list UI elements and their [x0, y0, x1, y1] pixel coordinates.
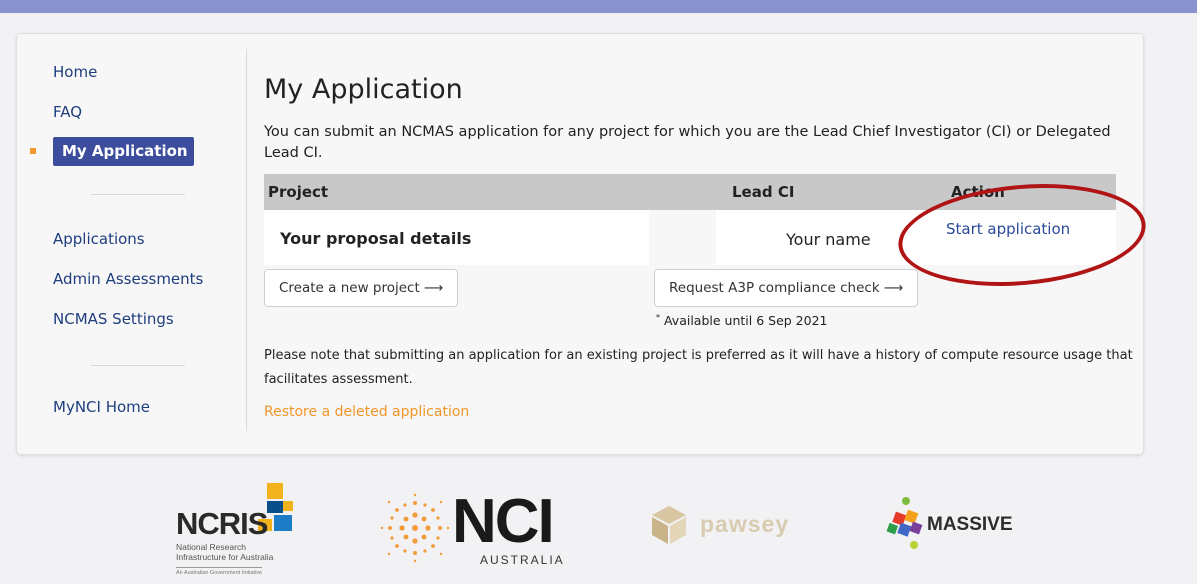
intro-text: You can submit an NCMAS application for … — [264, 124, 1111, 161]
nav-faq-link[interactable]: FAQ — [53, 103, 82, 121]
nav-mynci-home-link[interactable]: MyNCI Home — [53, 398, 150, 416]
create-project-button[interactable]: Create a new project ⟶ — [264, 269, 459, 307]
nav-home-link[interactable]: Home — [53, 63, 97, 81]
nci-wordmark: NCI — [452, 487, 555, 556]
pawsey-wordmark: pawsey — [700, 511, 790, 537]
nav-ncmas-settings-link[interactable]: NCMAS Settings — [53, 310, 174, 328]
project-name: Your proposal details — [280, 229, 472, 248]
pawsey-mark-icon — [652, 506, 686, 544]
pawsey-logo: pawsey — [650, 504, 830, 554]
column-project: Project — [268, 183, 329, 201]
footnote: * Available until 6 Sep 2021 — [656, 313, 827, 328]
footnote-mark: * — [656, 313, 660, 322]
nav-divider — [91, 194, 185, 195]
sidebar-divider — [246, 49, 247, 431]
ncris-logo: NCRIS National Research Infrastructure f… — [170, 480, 315, 580]
top-bar — [0, 0, 1197, 13]
column-lead-ci: Lead CI — [732, 183, 795, 201]
ncris-wordmark: NCRIS — [176, 506, 268, 541]
nav-admin-assessments-link[interactable]: Admin Assessments — [53, 270, 203, 288]
sidebar-nav: Home FAQ My Application Applications Adm… — [17, 34, 247, 454]
page-title: My Application — [264, 74, 463, 105]
ncris-tagline-3: An Australian Government Initiative — [176, 567, 262, 576]
nci-subtitle: AUSTRALIA — [480, 553, 565, 567]
note-text: Please note that submitting an applicati… — [264, 348, 1133, 387]
nci-logo: NCI AUSTRALIA — [380, 487, 570, 573]
footnote-text: Available until 6 Sep 2021 — [663, 313, 828, 329]
lead-ci-name: Your name — [786, 230, 871, 249]
massive-mark-icon — [886, 497, 923, 549]
nav-divider — [91, 365, 185, 366]
nav-applications-link[interactable]: Applications — [53, 230, 145, 248]
request-a3p-button[interactable]: Request A3P compliance check ⟶ — [654, 269, 919, 307]
ncris-tagline-2: Infrastructure for Australia — [176, 552, 274, 562]
massive-wordmark: MASSIVE — [927, 514, 1013, 535]
active-marker — [30, 148, 36, 154]
nci-starburst-icon — [380, 493, 450, 563]
massive-logo: MASSIVE — [876, 495, 1036, 555]
restore-deleted-link[interactable]: Restore a deleted application — [264, 404, 469, 420]
ncris-tagline-1: National Research — [176, 542, 246, 552]
nav-my-application-link[interactable]: My Application — [53, 137, 194, 166]
